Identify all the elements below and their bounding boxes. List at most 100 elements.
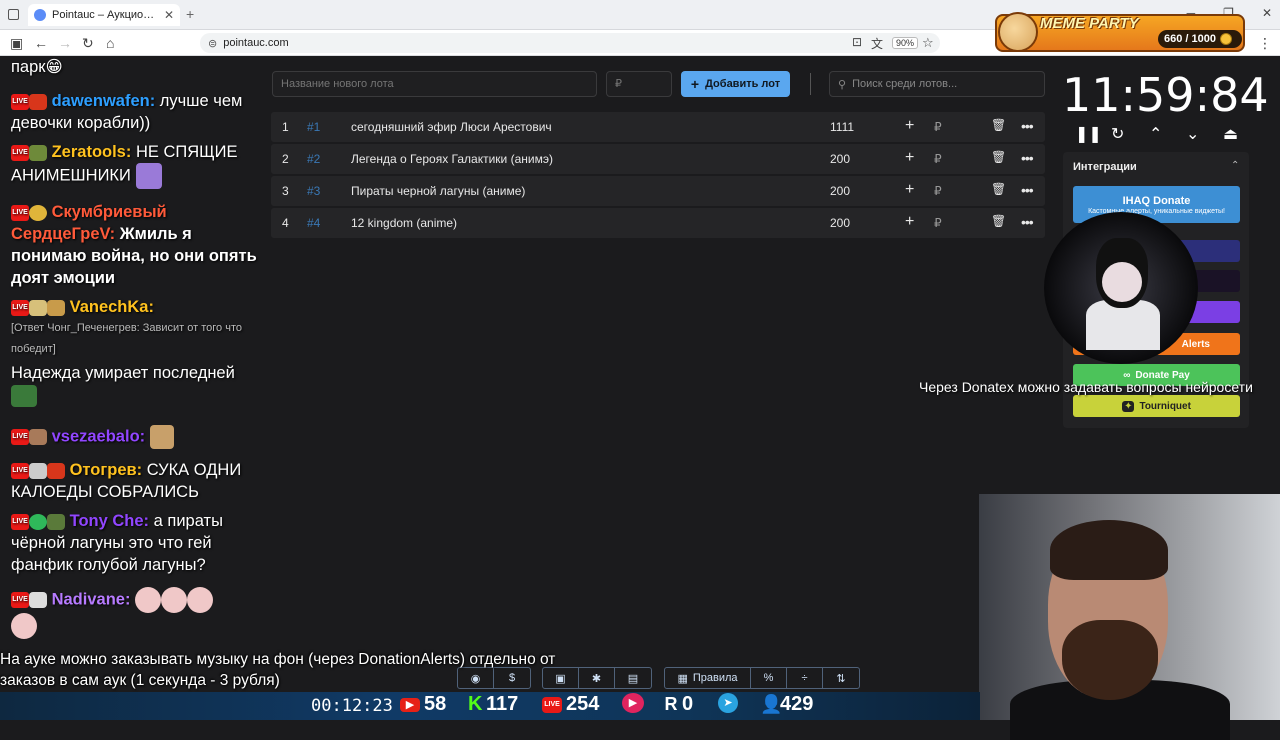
favicon-icon (34, 9, 46, 21)
translate-icon[interactable]: 文 (871, 35, 883, 52)
lot-row: 1 #1 сегодняшний эфир Люси Арестович 111… (271, 112, 1045, 142)
history-icon[interactable]: ▤ (615, 668, 651, 688)
live-badge-icon: LIVE (11, 513, 29, 530)
lot-name-input[interactable] (272, 71, 597, 97)
site-info-icon[interactable]: ⊜ (208, 37, 217, 50)
close-tab-icon[interactable]: ✕ (164, 8, 174, 22)
lot-row: 4 #4 12 kingdom (anime) 200 + ₽ 🗑 ••• (271, 208, 1045, 238)
close-window-icon[interactable]: ✕ (1262, 6, 1272, 20)
forward-icon[interactable]: → (58, 35, 72, 51)
webcam-person-beard (1062, 620, 1158, 700)
sidebar-toggle-icon[interactable]: ▣ (10, 35, 23, 52)
ruble-icon[interactable]: ₽ (934, 152, 942, 166)
add-amount-icon[interactable]: + (905, 149, 914, 167)
lot-position: 3 (282, 184, 289, 198)
add-lot-button[interactable]: + Добавить лот (681, 71, 790, 97)
add-lot-label: Добавить лот (705, 78, 781, 90)
bug-icon[interactable]: ✱ (579, 668, 615, 688)
lot-amount[interactable]: 200 (830, 184, 850, 198)
reset-icon[interactable]: ↻ (1111, 124, 1124, 144)
youtube-icon: ▶ (400, 697, 420, 712)
chat-text: Надежда умирает последней (11, 364, 235, 382)
zoom-indicator[interactable]: 90% (892, 37, 919, 49)
emote-icon (135, 163, 162, 189)
more-icon[interactable]: ••• (1021, 150, 1034, 166)
menu-kebab-icon[interactable]: ⋮ (1258, 35, 1272, 52)
emote-icon (47, 299, 65, 316)
lot-search-input[interactable]: ⚲ Поиск среди лотов... (829, 71, 1045, 97)
emote-icon (29, 299, 47, 316)
emote-icon (149, 425, 174, 449)
rules-button[interactable]: ▦ Правила (665, 668, 751, 688)
emote-icon (11, 384, 37, 407)
reload-icon[interactable]: ↻ (82, 35, 94, 52)
chat-message: LIVE dawenwafen: лучше чем девочки кораб… (11, 90, 263, 134)
meme-party-progress: 660 / 1000 (1158, 30, 1242, 48)
browser-tab[interactable]: Pointauc – Аукционы, лотереи ✕ (28, 4, 180, 26)
add-amount-icon[interactable]: + (905, 117, 914, 135)
add-amount-icon[interactable]: + (905, 213, 914, 231)
lot-name[interactable]: Пираты черной лагуны (аниме) (351, 184, 525, 198)
lot-id[interactable]: #3 (307, 184, 320, 198)
lot-id[interactable]: #1 (307, 120, 320, 134)
live-badge-icon: LIVE (11, 144, 29, 161)
tab-actions-icon[interactable] (8, 9, 19, 20)
lot-amount[interactable]: 200 (830, 216, 850, 230)
install-app-icon[interactable]: ⊡ (852, 35, 862, 49)
lot-id[interactable]: #2 (307, 152, 320, 166)
doge-icon (998, 12, 1038, 52)
lot-position: 4 (282, 216, 289, 230)
bookmark-star-icon[interactable]: ☆ (922, 35, 934, 51)
ruble-icon[interactable]: ₽ (934, 120, 942, 134)
pause-icon[interactable]: ❚❚ (1075, 124, 1102, 144)
ruble-icon[interactable]: ₽ (934, 184, 942, 198)
url-bar[interactable]: ⊜ pointauc.com (200, 33, 940, 53)
alerts-label: Alerts (1181, 338, 1210, 350)
home-icon[interactable]: ⌂ (106, 35, 114, 51)
donatex-overlay-text: Через Donatex можно задавать вопросы ней… (919, 379, 1253, 395)
kick-stat: K 117 (468, 693, 518, 716)
music-order-subtitle: На ауке можно заказывать музыку на фон (… (0, 651, 556, 689)
double-chevron-up-icon[interactable]: ⏏ (1223, 124, 1238, 144)
lot-row: 2 #2 Легенда о Героях Галактики (анимэ) … (271, 144, 1045, 174)
lot-name[interactable]: сегодняшний эфир Люси Арестович (351, 120, 552, 134)
lot-amount[interactable]: 200 (830, 152, 850, 166)
chat-reply: [Ответ Чонг_Печенегрев: Зависит от того … (11, 322, 242, 355)
collapse-icon[interactable]: ⌃ (1231, 160, 1239, 171)
chat-username: dawenwafen: (51, 92, 156, 110)
webcam-person-hair (1050, 520, 1168, 580)
delete-icon[interactable]: 🗑 (991, 182, 1006, 196)
chat-username: VanechKa: (69, 298, 154, 316)
viewers-icon: 👤 (760, 694, 783, 714)
delete-icon[interactable]: 🗑 (991, 150, 1006, 164)
lot-amount-input[interactable] (606, 71, 672, 97)
rutube-count: 0 (682, 693, 694, 715)
tourniquet-button[interactable]: ✦ Tourniquet (1073, 395, 1240, 417)
delete-icon[interactable]: 🗑 (991, 214, 1006, 228)
settings-toolbar-group: ▦ Правила % ÷ ⇅ (664, 667, 860, 689)
lot-name[interactable]: Легенда о Героях Галактики (анимэ) (351, 152, 553, 166)
live-badge-icon: LIVE (11, 592, 29, 608)
more-icon[interactable]: ••• (1021, 214, 1034, 230)
ihaq-label: IHAQ Donate (1122, 194, 1191, 207)
lot-amount[interactable]: 1111 (830, 120, 854, 134)
delete-icon[interactable]: 🗑 (991, 118, 1006, 132)
ruble-icon[interactable]: ₽ (934, 216, 942, 230)
tourniquet-label: Tourniquet (1139, 400, 1191, 412)
lot-name[interactable]: 12 kingdom (anime) (351, 216, 457, 230)
more-icon[interactable]: ••• (1021, 182, 1034, 198)
emote-icon (29, 429, 47, 445)
chevron-down-icon[interactable]: ⌄ (1186, 124, 1199, 144)
chevron-up-icon[interactable]: ⌃ (1149, 124, 1162, 144)
back-icon[interactable]: ← (34, 35, 48, 51)
percent-button[interactable]: % (751, 668, 787, 688)
more-icon[interactable]: ••• (1021, 118, 1034, 134)
sort-icon[interactable]: ⇅ (823, 668, 859, 688)
chat-message: LIVE Zeratools: НЕ СПЯЩИЕ АНИМЕШНИКИ (11, 141, 263, 189)
add-amount-icon[interactable]: + (905, 181, 914, 199)
vtuber-face (1102, 262, 1142, 302)
new-tab-icon[interactable]: + (186, 6, 194, 22)
divide-icon[interactable]: ÷ (787, 668, 823, 688)
lot-id[interactable]: #4 (307, 216, 320, 230)
play-icon: ▶ (622, 693, 644, 713)
